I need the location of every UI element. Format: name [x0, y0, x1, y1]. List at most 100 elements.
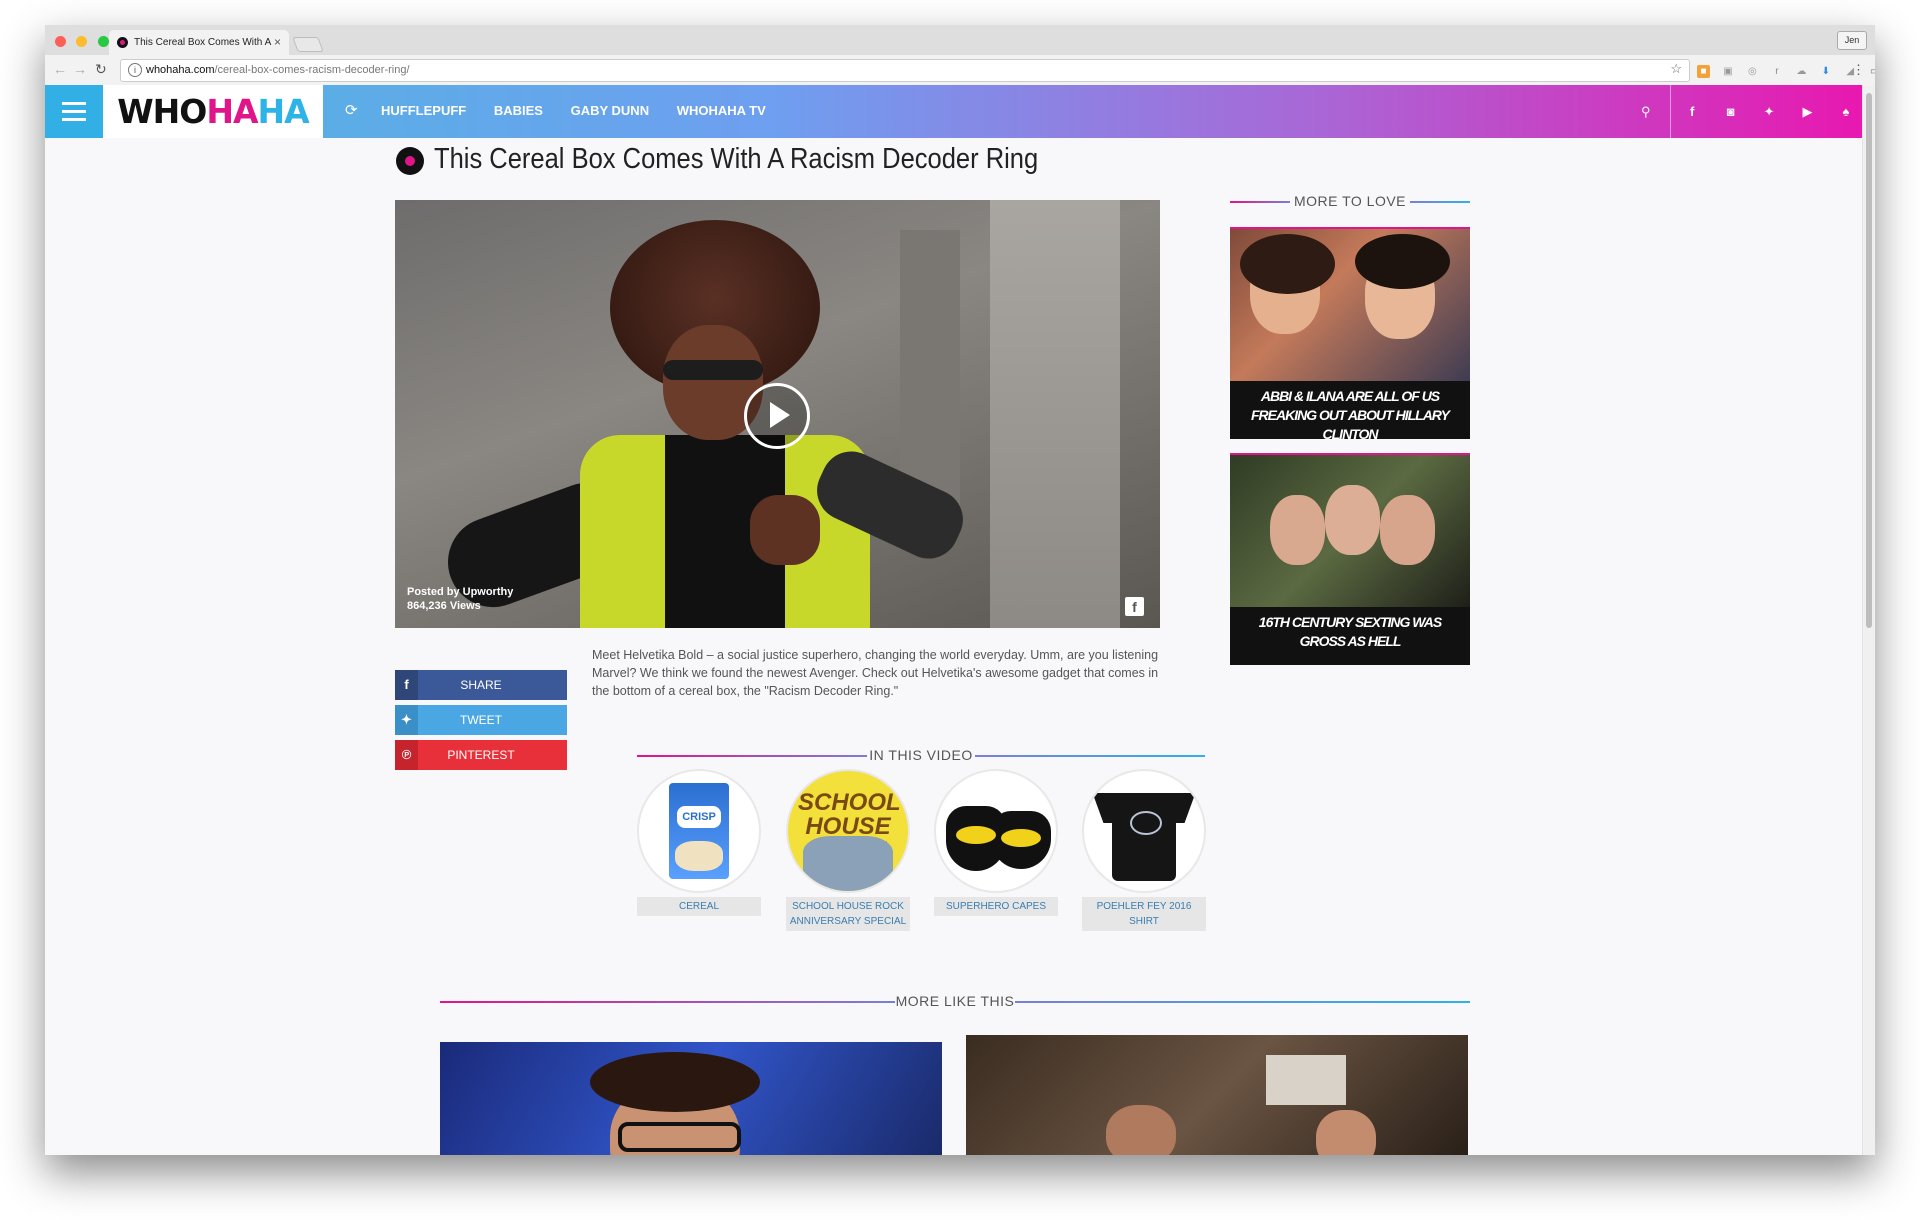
extension-cast-icon[interactable]: ▭	[1868, 65, 1875, 78]
browser-tab[interactable]: This Cereal Box Comes With A ×	[109, 30, 289, 55]
related-thumb-face-1	[1106, 1105, 1176, 1155]
card-face-3	[1380, 495, 1435, 565]
in-this-video-label: IN THIS VIDEO	[869, 747, 973, 763]
card-face-1	[1270, 495, 1325, 565]
profile-button[interactable]: Jen	[1837, 31, 1867, 50]
play-button-icon[interactable]	[744, 383, 810, 449]
maximize-window-button[interactable]	[97, 36, 109, 47]
sidebar-card-16th-century[interactable]: 16TH CENTURY SEXTING WAS GROSS AS HELL	[1230, 453, 1470, 665]
pinterest-share-button[interactable]: ℗ PINTEREST	[395, 740, 567, 770]
header-icons: ⚲ f ◙ ✦ ▶ ♠	[1622, 85, 1863, 138]
facebook-share-icon[interactable]: f	[1125, 597, 1144, 616]
extension-grey-icon[interactable]: ▣	[1721, 65, 1734, 78]
browser-menu-icon[interactable]: ⋮	[1852, 62, 1865, 78]
address-bar[interactable]: i whohaha.com/cereal-box-comes-racism-de…	[120, 59, 1690, 82]
url-text: whohaha.com/cereal-box-comes-racism-deco…	[146, 64, 410, 76]
share-label: SHARE	[460, 678, 502, 692]
product-label: SCHOOL HOUSE ROCK ANNIVERSARY SPECIAL	[786, 897, 910, 931]
sidebar-card-abbi-ilana[interactable]: ABBI & ILANA ARE ALL OF US FREAKING OUT …	[1230, 227, 1470, 439]
video-still-sunglasses	[663, 360, 763, 380]
url-path: /cereal-box-comes-racism-decoder-ring/	[214, 64, 410, 76]
card-face-2	[1325, 485, 1380, 555]
related-thumb-face-2	[1316, 1110, 1376, 1155]
extension-circle-icon[interactable]: ◎	[1746, 65, 1759, 78]
scrollbar-thumb[interactable]	[1866, 93, 1872, 628]
site-logo[interactable]: WHOHAHA	[103, 85, 323, 138]
forward-arrow-icon[interactable]: →	[73, 61, 87, 77]
in-this-video-heading: IN THIS VIDEO	[637, 747, 1205, 763]
youtube-icon[interactable]: ▶	[1791, 85, 1825, 138]
related-thumb-hair	[590, 1052, 760, 1112]
related-thumb-picture	[1266, 1055, 1346, 1105]
tab-close-icon[interactable]: ×	[274, 35, 281, 49]
product-label: CEREAL	[637, 897, 761, 916]
product-superhero-capes-image	[934, 769, 1058, 893]
hamburger-menu-icon[interactable]	[45, 85, 103, 138]
facebook-share-button[interactable]: f SHARE	[395, 670, 567, 700]
extension-cloud-icon[interactable]: ☁	[1795, 65, 1808, 78]
nav-whohaha-tv[interactable]: WHOHAHA TV	[677, 103, 766, 118]
twitter-icon: ✦	[395, 705, 418, 735]
more-like-this-heading: MORE LIKE THIS	[440, 993, 1470, 1009]
related-thumb-glasses	[618, 1122, 741, 1152]
related-video-1[interactable]	[440, 1042, 942, 1155]
facebook-icon[interactable]: f	[1675, 85, 1709, 138]
logo-ha-pink: HA	[206, 92, 258, 131]
view-count: 864,236 Views	[407, 600, 481, 612]
product-poehler-fey-shirt-image	[1082, 769, 1206, 893]
nav-babies[interactable]: BABIES	[494, 103, 543, 118]
video-still-background	[990, 200, 1120, 628]
tweet-label: TWEET	[460, 713, 502, 727]
reload-icon[interactable]: ↻	[95, 61, 107, 78]
product-poehler-fey-shirt[interactable]: POEHLER FEY 2016 SHIRT	[1082, 769, 1206, 931]
pinterest-icon: ℗	[395, 740, 418, 770]
url-domain: whohaha.com	[146, 64, 215, 76]
search-icon[interactable]: ⚲	[1622, 85, 1671, 138]
article-description: Meet Helvetika Bold – a social justice s…	[592, 648, 1159, 698]
minimize-window-button[interactable]	[76, 36, 88, 47]
video-meta: Posted by Upworthy 864,236 Views	[407, 585, 513, 613]
product-school-house-rock[interactable]: SCHOOL HOUSE ROCK! SCHOOL HOUSE ROCK ANN…	[786, 769, 910, 931]
video-badge-icon	[396, 147, 424, 175]
related-video-2[interactable]	[966, 1035, 1468, 1155]
tab-title: This Cereal Box Comes With A	[134, 37, 272, 48]
more-like-this-label: MORE LIKE THIS	[895, 993, 1015, 1009]
product-cereal-image: CRISP	[637, 769, 761, 893]
page-scrollbar[interactable]	[1862, 85, 1875, 1155]
extension-orange-icon[interactable]: ■	[1697, 65, 1710, 78]
snapchat-icon[interactable]: ♠	[1829, 85, 1863, 138]
new-tab-button[interactable]	[292, 37, 324, 52]
instagram-icon[interactable]: ◙	[1714, 85, 1748, 138]
extension-download-icon[interactable]: ⬇	[1819, 65, 1832, 78]
product-superhero-capes[interactable]: SUPERHERO CAPES	[934, 769, 1058, 916]
product-school-house-rock-image: SCHOOL HOUSE ROCK!	[786, 769, 910, 893]
browser-toolbar: ← → ↻ i whohaha.com/cereal-box-comes-rac…	[45, 55, 1875, 86]
more-to-love-label: MORE TO LOVE	[1293, 193, 1407, 209]
window-controls	[55, 34, 115, 52]
logo-ha-blue: HA	[257, 92, 310, 131]
close-window-button[interactable]	[55, 36, 66, 47]
tab-bar: This Cereal Box Comes With A × Jen	[45, 25, 1875, 55]
twitter-icon[interactable]: ✦	[1752, 85, 1786, 138]
twitter-tweet-button[interactable]: ✦ TWEET	[395, 705, 567, 735]
card-hair-1	[1240, 234, 1335, 294]
main-nav: HUFFLEPUFF BABIES GABY DUNN WHOHAHA TV	[381, 103, 790, 118]
product-cereal[interactable]: CRISP CEREAL	[637, 769, 761, 916]
shuffle-icon[interactable]: ⟳	[345, 101, 358, 119]
bookmark-star-icon[interactable]: ☆	[1670, 61, 1682, 77]
video-still-hand	[750, 495, 820, 565]
nav-hufflepuff[interactable]: HUFFLEPUFF	[381, 103, 466, 118]
site-info-icon[interactable]: i	[128, 63, 142, 77]
product-label: SUPERHERO CAPES	[934, 897, 1058, 916]
extension-r-icon[interactable]: r	[1770, 65, 1783, 78]
nav-gaby-dunn[interactable]: GABY DUNN	[571, 103, 650, 118]
back-arrow-icon[interactable]: ←	[53, 61, 67, 77]
logo-who: WHO	[117, 92, 207, 131]
product-label: POEHLER FEY 2016 SHIRT	[1082, 897, 1206, 931]
video-player[interactable]: Posted by Upworthy 864,236 Views f	[395, 200, 1160, 628]
whohaha-favicon-icon	[117, 37, 128, 48]
card-hair-2	[1355, 234, 1450, 289]
article-title: This Cereal Box Comes With A Racism Deco…	[434, 143, 1039, 175]
pinterest-label: PINTEREST	[447, 748, 515, 762]
more-to-love-heading: MORE TO LOVE	[1230, 193, 1470, 209]
